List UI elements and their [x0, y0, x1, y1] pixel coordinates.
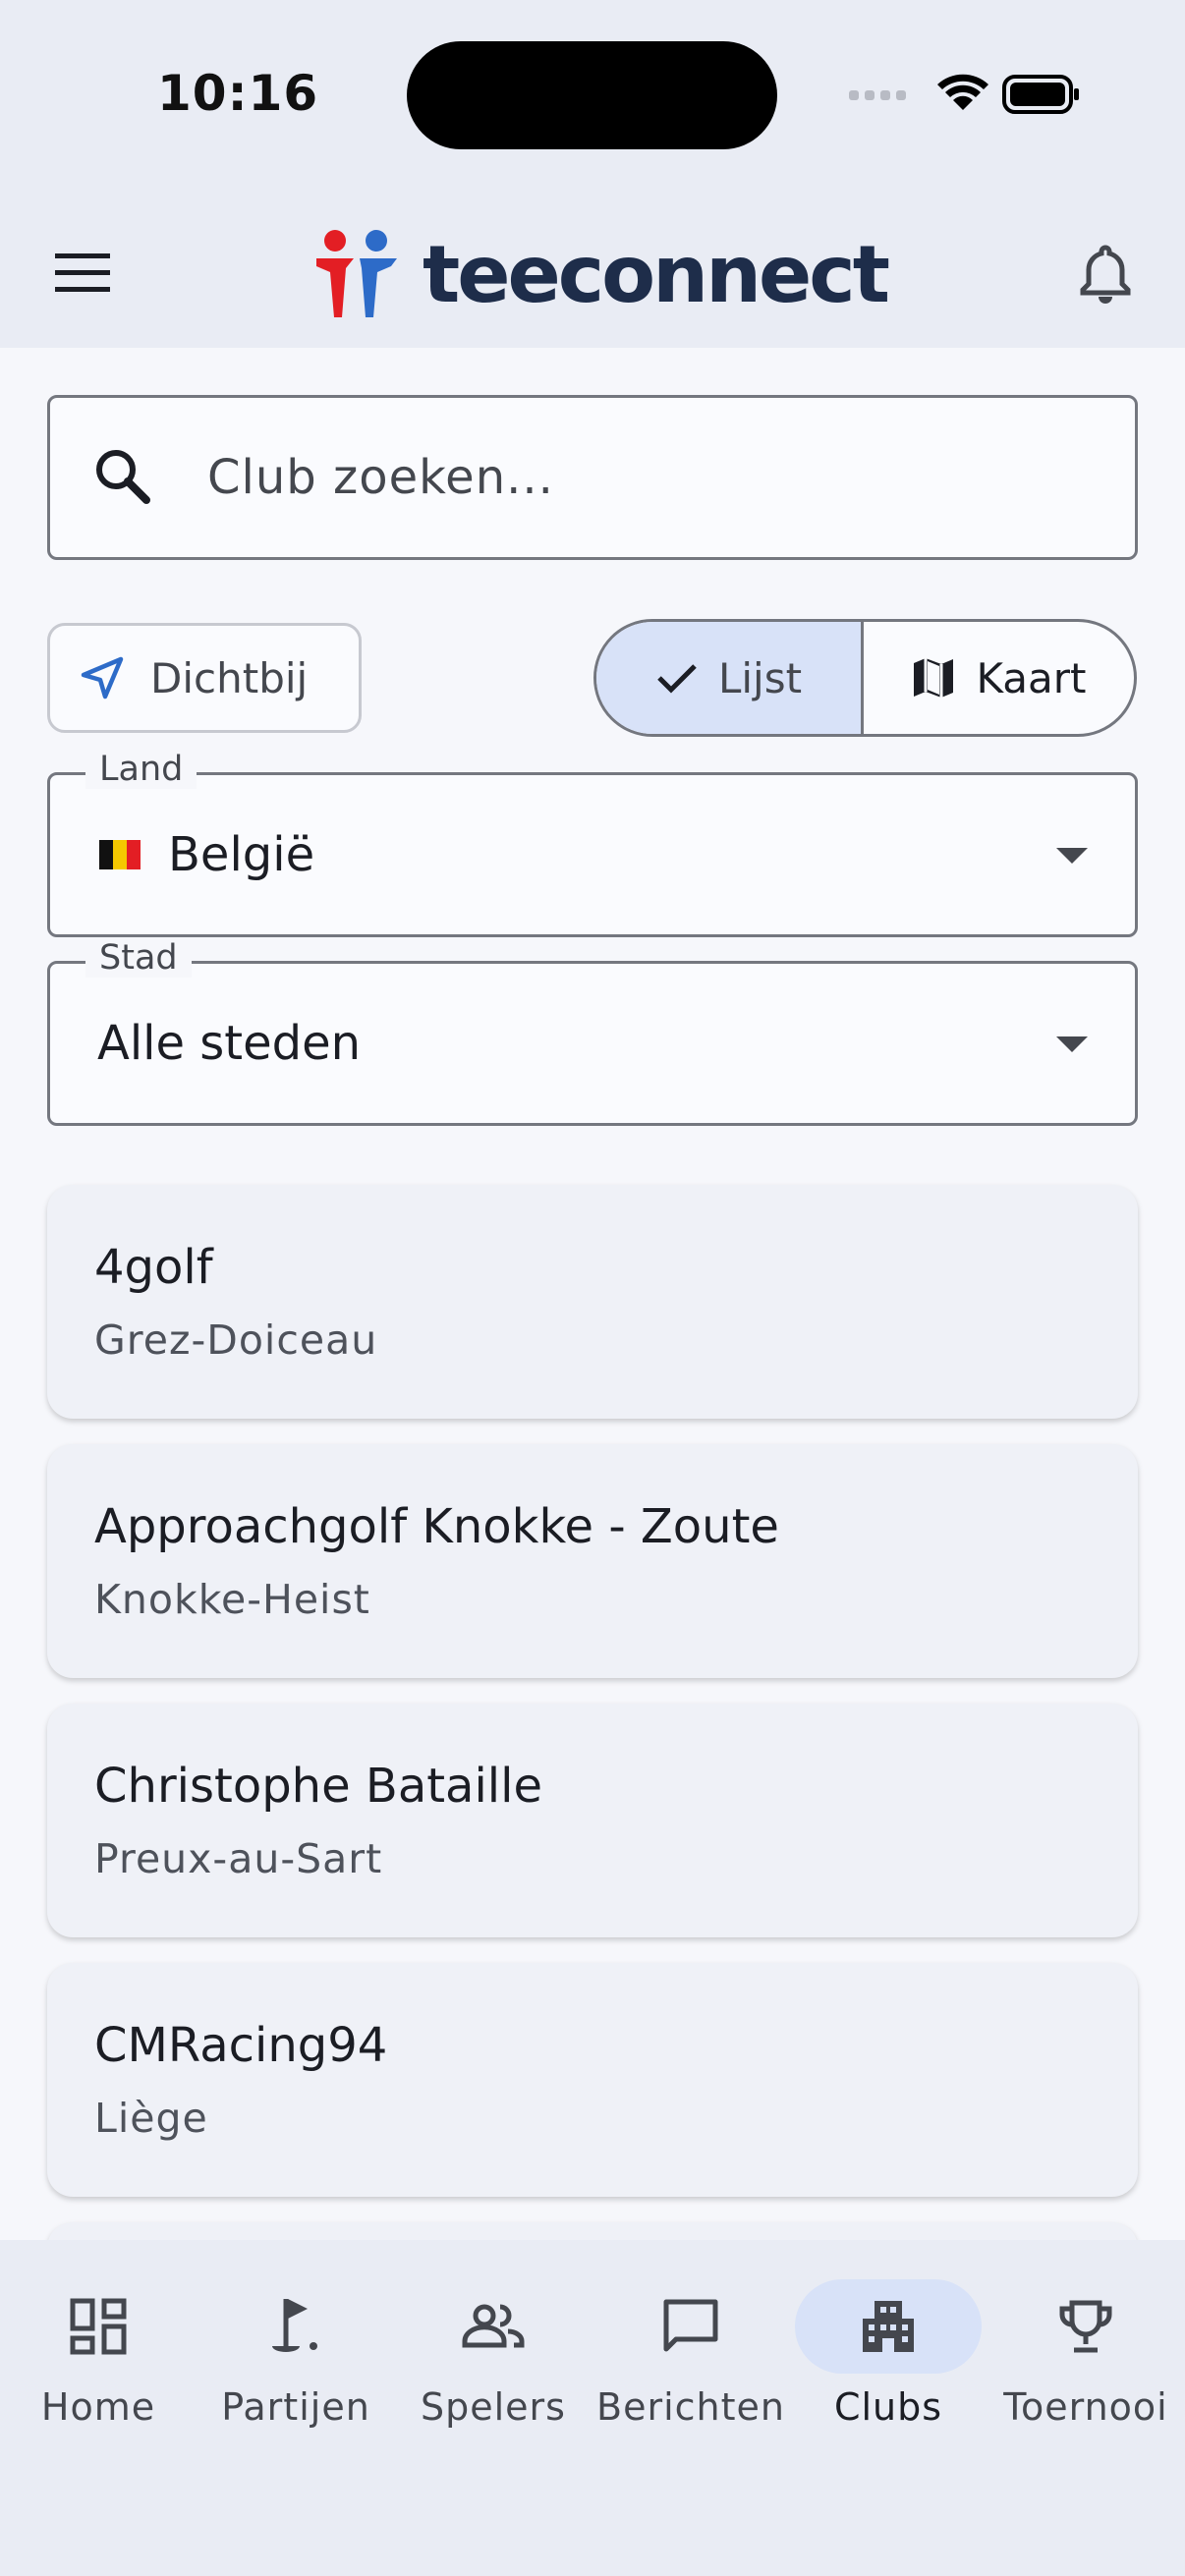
- logo-text: teeconnect: [423, 228, 890, 320]
- club-name: Christophe Bataille: [94, 1759, 542, 1814]
- app-header: teeconnect: [0, 196, 1185, 348]
- chat-icon: [663, 2299, 718, 2352]
- club-card[interactable]: CMRacing94 Liège: [47, 1963, 1138, 2197]
- nav-label: Clubs: [833, 2385, 943, 2429]
- map-view-label: Kaart: [976, 653, 1087, 702]
- teeconnect-logo: teeconnect: [314, 220, 890, 328]
- country-label: Land: [85, 750, 198, 789]
- logo-figures-icon: [316, 230, 397, 317]
- cellular-signal-icon: [849, 90, 906, 100]
- people-icon: [462, 2304, 525, 2348]
- view-toggle: Lijst Kaart: [593, 619, 1137, 737]
- nav-spelers[interactable]: Spelers: [395, 2279, 592, 2466]
- nearby-filter-chip[interactable]: Dichtbij: [47, 623, 362, 733]
- country-select[interactable]: Land België: [47, 750, 1138, 937]
- list-view-label: Lijst: [717, 653, 803, 702]
- club-search-input[interactable]: Club zoeken...: [47, 395, 1138, 560]
- trophy-icon: [1059, 2300, 1112, 2353]
- belgium-flag-icon: [99, 840, 141, 869]
- nav-home[interactable]: Home: [0, 2279, 197, 2466]
- hamburger-menu-icon: [55, 253, 110, 292]
- chevron-down-icon: [1056, 848, 1088, 864]
- nav-clubs[interactable]: Clubs: [790, 2279, 987, 2466]
- club-card-partial[interactable]: [47, 2222, 1138, 2240]
- club-city: Liège: [94, 2095, 208, 2142]
- club-card[interactable]: Approachgolf Knokke - Zoute Knokke-Heist: [47, 1444, 1138, 1678]
- status-bar: 10:16: [0, 0, 1185, 196]
- battery-icon: [1002, 75, 1079, 114]
- wifi-icon: [937, 74, 988, 110]
- nearby-label: Dichtbij: [150, 653, 309, 702]
- golf-flag-icon: [272, 2299, 317, 2352]
- bottom-navigation: Home Partijen Spelers Berichten Clubs To…: [0, 2240, 1185, 2576]
- city-value: Alle steden: [97, 1016, 362, 1071]
- status-time: 10:16: [157, 65, 319, 122]
- list-view-button[interactable]: Lijst: [596, 622, 864, 734]
- chevron-down-icon: [1056, 1036, 1088, 1052]
- club-city: Grez-Doiceau: [94, 1316, 378, 1364]
- nav-berichten[interactable]: Berichten: [592, 2279, 789, 2466]
- nav-label: Partijen: [221, 2385, 370, 2429]
- club-name: Approachgolf Knokke - Zoute: [94, 1499, 779, 1554]
- nav-label: Home: [40, 2385, 156, 2429]
- city-select[interactable]: Stad Alle steden: [47, 938, 1138, 1126]
- building-icon: [863, 2301, 914, 2352]
- nav-label: Toernooi: [1003, 2385, 1168, 2429]
- club-city: Preux-au-Sart: [94, 1835, 383, 1882]
- navigation-arrow-icon: [81, 656, 124, 700]
- search-icon: [96, 450, 150, 504]
- nav-label: Spelers: [421, 2385, 566, 2429]
- menu-button[interactable]: [45, 236, 120, 310]
- check-icon: [657, 664, 697, 694]
- dynamic-island: [407, 41, 777, 149]
- map-view-button[interactable]: Kaart: [864, 622, 1134, 734]
- nav-label: Berichten: [596, 2385, 785, 2429]
- notifications-button[interactable]: [1063, 232, 1148, 316]
- status-icons: [849, 74, 1079, 114]
- dashboard-icon: [70, 2298, 127, 2355]
- nav-toernooi[interactable]: Toernooi: [988, 2279, 1184, 2466]
- club-name: CMRacing94: [94, 2018, 388, 2073]
- nav-partijen[interactable]: Partijen: [198, 2279, 394, 2466]
- club-search-content: Club zoeken... Dichtbij Lijst Kaart Land: [0, 348, 1185, 2240]
- bell-icon: [1080, 245, 1131, 304]
- club-card[interactable]: Christophe Bataille Preux-au-Sart: [47, 1704, 1138, 1937]
- map-icon: [914, 658, 954, 698]
- search-placeholder: Club zoeken...: [207, 450, 554, 505]
- club-name: 4golf: [94, 1240, 213, 1295]
- country-value: België: [168, 827, 315, 882]
- club-card[interactable]: 4golf Grez-Doiceau: [47, 1185, 1138, 1419]
- city-label: Stad: [85, 938, 192, 978]
- club-city: Knokke-Heist: [94, 1576, 370, 1623]
